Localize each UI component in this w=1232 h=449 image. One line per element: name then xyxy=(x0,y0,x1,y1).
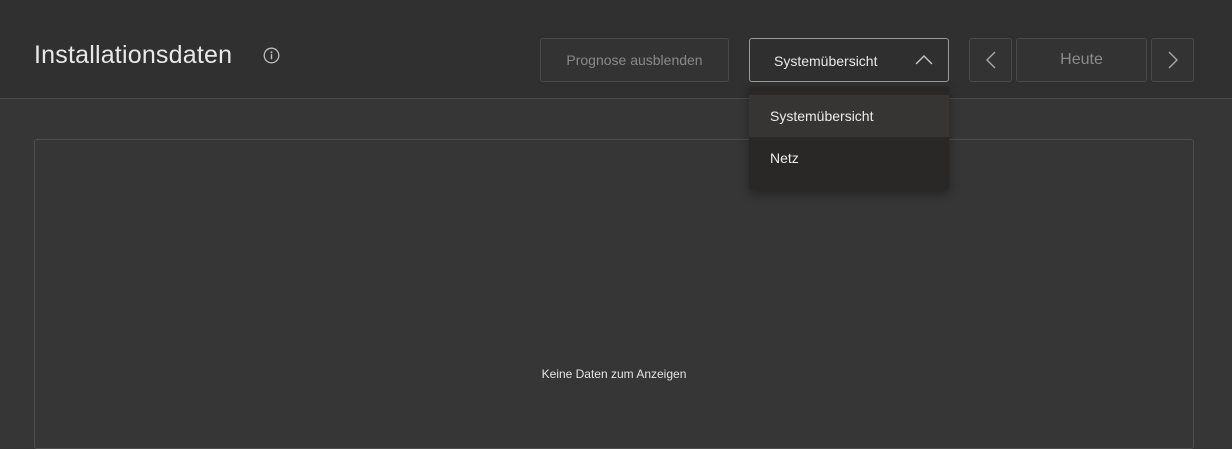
page-header: Installationsdaten Prognose ausblenden S… xyxy=(0,0,1232,99)
dropdown-option-netz[interactable]: Netz xyxy=(749,137,949,179)
today-button[interactable]: Heute xyxy=(1016,38,1147,82)
chevron-left-icon xyxy=(985,51,995,69)
page-title: Installationsdaten xyxy=(34,41,233,69)
view-select-value: Systemübersicht xyxy=(774,53,878,69)
next-period-button[interactable] xyxy=(1151,38,1194,82)
previous-period-button[interactable] xyxy=(969,38,1012,82)
info-icon[interactable] xyxy=(263,47,280,64)
empty-state-message: Keine Daten zum Anzeigen xyxy=(541,367,687,381)
chevron-right-icon xyxy=(1168,51,1178,69)
hide-forecast-button[interactable]: Prognose ausblenden xyxy=(540,38,729,82)
view-select-dropdown: Systemübersicht Netz xyxy=(749,86,949,190)
dropdown-option-systemuebersicht[interactable]: Systemübersicht xyxy=(749,95,949,137)
chevron-up-icon xyxy=(915,55,933,65)
chart-panel: Keine Daten zum Anzeigen xyxy=(34,139,1194,449)
view-select[interactable]: Systemübersicht xyxy=(749,38,949,82)
